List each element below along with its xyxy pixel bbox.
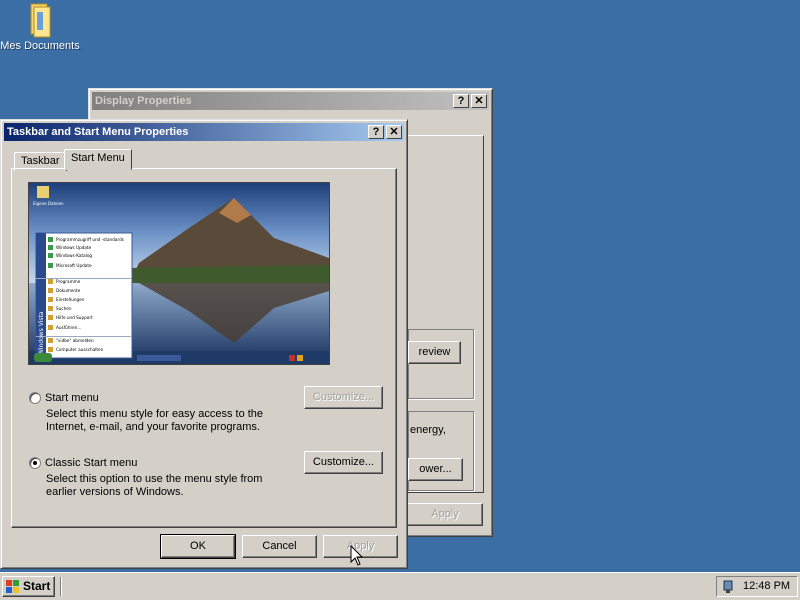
start-button[interactable]: Start	[2, 576, 55, 597]
preview-menu-item-icon	[48, 347, 53, 352]
preview-menu-item-icon	[48, 338, 53, 343]
preview-button-label: review	[418, 346, 451, 358]
preview-menu-item: Ausführen...	[56, 325, 81, 330]
preview-menu-item: Windows-Katalog	[56, 253, 92, 258]
help-button[interactable]: ?	[453, 94, 469, 108]
start-menu-radio[interactable]	[29, 392, 41, 404]
start-menu-radio-label[interactable]: Start menu	[45, 392, 99, 404]
power-button-label: ower...	[419, 463, 452, 475]
preview-landscape: Eigene Dateien Programmzugriff und -stan…	[29, 183, 329, 364]
clock[interactable]: 12:48 PM	[743, 577, 790, 596]
preview-menu-item-icon	[48, 306, 53, 311]
preview-menu-item-icon	[48, 263, 53, 268]
customize-start-menu-button[interactable]: Customize...	[304, 386, 383, 409]
classic-start-menu-radio-label[interactable]: Classic Start menu	[45, 457, 137, 469]
close-button[interactable]: ✕	[471, 94, 487, 108]
preview-menu-item: Dokumente	[56, 288, 81, 293]
desktop-icon-label: Mes Documents	[0, 40, 80, 52]
apply-button[interactable]: Apply	[407, 503, 483, 526]
ok-button[interactable]: OK	[160, 534, 236, 559]
taskbar-properties-dialog: Taskbar and Start Menu Properties ? ✕ Ta…	[0, 119, 408, 569]
customize-label: Customize...	[312, 456, 375, 468]
folder-icon	[30, 3, 51, 38]
start-menu-description: Select this menu style for easy access t…	[46, 408, 264, 433]
dialog-titlebar[interactable]: Taskbar and Start Menu Properties ? ✕	[4, 123, 404, 141]
cancel-button[interactable]: Cancel	[242, 535, 317, 558]
preview-menu-item-icon	[48, 315, 53, 320]
preview-menu-item-icon	[48, 245, 53, 250]
energy-text: energy,	[410, 424, 446, 436]
start-menu-preview-image: Eigene Dateien Programmzugriff und -stan…	[28, 182, 330, 365]
start-label: Start	[23, 579, 51, 593]
preview-menu-item-icon	[48, 253, 53, 258]
taskbar-separator	[60, 577, 62, 596]
customize-classic-menu-button[interactable]: Customize...	[304, 451, 383, 474]
preview-menu-item: Windows Update	[56, 245, 92, 250]
preview-menu-item: Programme	[56, 279, 81, 284]
preview-menu-item-icon	[48, 237, 53, 242]
preview-menu-item: Computer ausschalten	[56, 347, 104, 352]
help-button[interactable]: ?	[368, 125, 384, 139]
ok-label: OK	[190, 540, 206, 552]
preview-menu-item-icon	[48, 325, 53, 330]
preview-menu-item-icon	[48, 297, 53, 302]
preview-menu-item-icon	[48, 288, 53, 293]
dialog-title: Taskbar and Start Menu Properties	[7, 126, 189, 138]
tab-start-menu[interactable]: Start Menu	[64, 149, 132, 170]
preview-side-text: Windows Vista	[38, 311, 45, 355]
preview-desktop-icon-label: Eigene Dateien	[33, 201, 64, 206]
preview-menu-item: "vidbe" abmelden	[56, 338, 94, 343]
preview-menu-item: Hilfe und Support	[56, 315, 93, 320]
close-button[interactable]: ✕	[386, 125, 402, 139]
cancel-label: Cancel	[262, 540, 297, 552]
preview-button[interactable]: review	[408, 341, 461, 364]
preview-menu-item: Suchen	[56, 306, 72, 311]
preview-menu-item: Microsoft Update	[56, 263, 92, 268]
power-button[interactable]: ower...	[408, 458, 463, 481]
apply-label: Apply	[431, 508, 459, 520]
taskbar: Start 12:48 PM	[0, 572, 800, 600]
mouse-cursor-icon	[350, 545, 364, 566]
preview-menu-item: Programmzugriff und -standards	[56, 237, 124, 242]
windows-logo-icon	[6, 580, 19, 593]
group-box	[408, 329, 474, 399]
display-properties-titlebar[interactable]: Display Properties ? ✕	[92, 92, 489, 110]
system-tray: 12:48 PM	[716, 576, 798, 597]
customize-label: Customize...	[312, 391, 375, 403]
classic-start-menu-radio[interactable]	[29, 457, 41, 469]
preview-menu-item: Einstellungen	[56, 297, 85, 302]
desktop-icon-my-documents[interactable]: Mes Documents	[0, 2, 80, 52]
preview-menu-item-icon	[48, 279, 53, 284]
classic-start-menu-description: Select this option to use the menu style…	[46, 473, 263, 498]
window-title: Display Properties	[95, 95, 192, 107]
network-icon[interactable]	[722, 580, 734, 594]
